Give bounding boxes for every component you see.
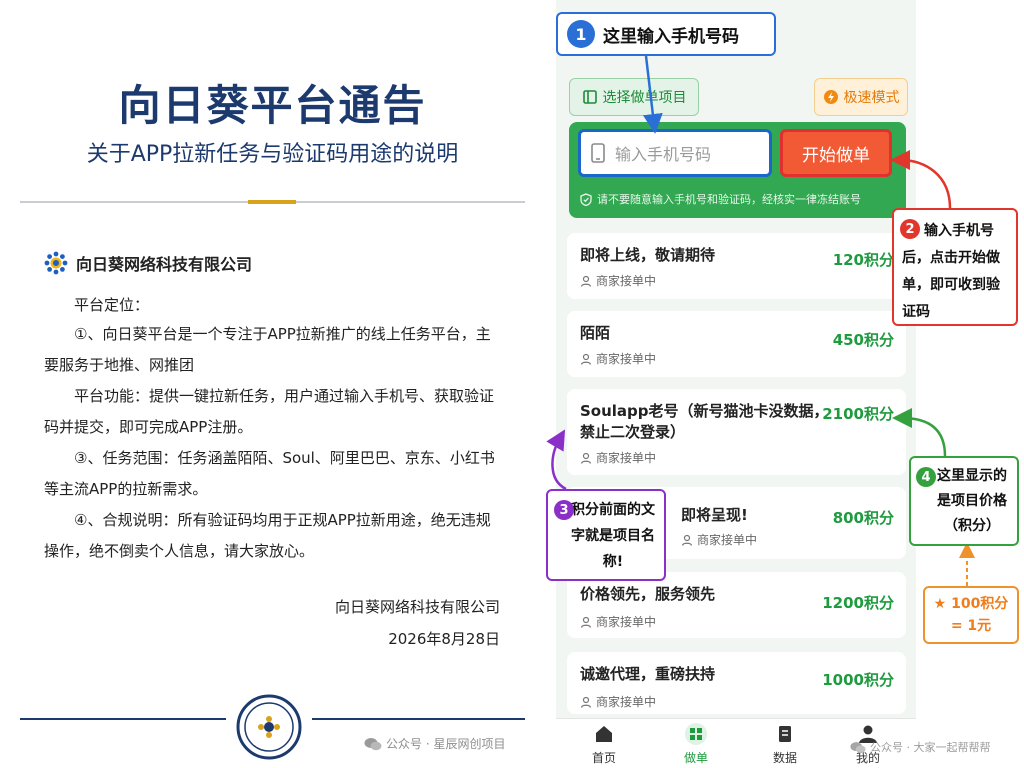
nav-orders-label: 做单 [683,751,708,765]
task-status: 商家接单中 [681,531,757,548]
task-title: 即将上线，敬请期待 [580,246,716,264]
person-icon [580,353,592,365]
select-project-button[interactable]: 选择做单项目 [569,78,699,116]
paragraph-compliance: ④、合规说明：所有验证码均用于正规APP拉新用途，绝无违规操作，绝不倒卖个人信息… [44,511,491,560]
task-title: 陌陌 [580,324,611,342]
paragraph-scope: ③、任务范围：任务涵盖陌陌、Soul、阿里巴巴、京东、小红书等主流APP的拉新需… [44,449,495,498]
warning-text: 请不要随意输入手机号和验证码，经核实一律冻结账号 [597,193,861,206]
footer-line-right [312,718,525,720]
phone-number-input[interactable]: 输入手机号码 [578,129,772,177]
wechat-icon [364,737,382,750]
task-status: 商家接单中 [580,693,656,710]
price-rate-line1: ★ 100积分 [933,596,1009,612]
company-name: 向日葵网络科技有限公司 [76,255,253,274]
callout-1: 1 这里输入手机号码 [556,12,776,56]
task-card[interactable]: 诚邀代理，重磅扶持 商家接单中 1000积分 [567,652,906,714]
nav-data[interactable]: 数据 [755,723,815,766]
shield-check-icon [580,192,592,206]
grid-icon [685,723,707,745]
person-icon [580,696,592,708]
phone-screen: 选择做单项目 极速模式 输入手机号码 开始做单 请不要随意输入手机号和验证码，经… [556,0,916,768]
callout-4-number: 4 [916,467,936,487]
task-status-text: 商家接单中 [596,274,657,288]
task-price: 1000积分 [822,671,894,689]
lightning-icon [823,90,838,104]
task-status-text: 商家接单中 [596,615,657,629]
task-card[interactable]: Soulapp老号（新号猫池卡没数据，禁止二次登录） 商家接单中 2100积分 [567,389,906,475]
task-price: 120积分 [832,251,894,269]
person-icon [580,616,592,628]
sunflower-logo-icon [44,251,68,275]
select-project-label: 选择做单项目 [602,90,687,106]
nav-orders[interactable]: 做单 [666,723,726,766]
signature-company: 向日葵网络科技有限公司 [334,598,500,616]
person-icon [580,275,592,287]
footer-line-left [20,718,226,720]
person-icon [681,534,693,546]
title-divider-accent [248,200,296,204]
task-status-text: 商家接单中 [596,695,657,709]
task-title: 价格领先，服务领先 [580,585,716,603]
task-title: 即将呈现! [681,506,748,524]
task-price: 800积分 [832,509,894,527]
watermark-left-text: 公众号 · 星辰网创项目 [386,737,506,751]
task-status-text: 商家接单中 [596,451,657,465]
mobile-phone-icon [591,143,605,163]
callout-4: 4 这里显示的是项目价格（积分） [909,456,1019,546]
task-status-text: 商家接单中 [697,533,758,547]
home-icon [596,726,612,742]
speed-mode-label: 极速模式 [843,90,900,106]
position-heading: 平台定位： [74,296,150,314]
wechat-icon [850,741,866,753]
task-title: Soulapp老号（新号猫池卡没数据，禁止二次登录） [580,402,829,441]
task-status-text: 商家接单中 [596,352,657,366]
phone-input-placeholder: 输入手机号码 [615,145,712,164]
callout-1-number: 1 [567,20,595,48]
task-price: 1200积分 [822,594,894,612]
price-rate-line2: = 1元 [950,618,992,634]
callout-2: 2 输入手机号后，点击开始做单，即可收到验证码 [892,208,1018,326]
company-header: 向日葵网络科技有限公司 [44,251,252,275]
callout-3-number: 3 [554,500,574,520]
warning-notice: 请不要随意输入手机号和验证码，经核实一律冻结账号 [580,191,861,207]
document-icon [779,726,791,742]
task-title: 诚邀代理，重磅扶持 [580,665,716,683]
callout-price-rate: ★ 100积分 = 1元 [923,586,1019,644]
task-price: 450积分 [832,331,894,349]
callout-1-text: 这里输入手机号码 [603,26,739,47]
task-status: 商家接单中 [580,350,656,367]
watermark-right-text: 公众号 · 大家一起帮帮帮 [870,741,991,754]
task-status: 商家接单中 [580,272,656,289]
notice-document: 向日葵平台通告 关于APP拉新任务与验证码用途的说明 向日葵网络科技有限公司 平… [0,0,545,768]
paragraph-positioning: ①、向日葵平台是一个专注于APP拉新推广的线上任务平台，主要服务于地推、网推团 [44,325,491,374]
callout-2-number: 2 [900,219,920,239]
task-card[interactable]: 即将上线，敬请期待 商家接单中 120积分 [567,233,906,299]
task-status: 商家接单中 [580,613,656,630]
notice-subtitle: 关于APP拉新任务与验证码用途的说明 [86,142,459,167]
nav-data-label: 数据 [772,751,797,765]
person-icon [580,452,592,464]
watermark-right: 公众号 · 大家一起帮帮帮 [850,739,991,755]
company-seal [236,694,302,760]
signature-date: 2026年8月28日 [388,630,500,648]
notice-title: 向日葵平台通告 [118,81,427,130]
task-status: 商家接单中 [580,449,656,466]
task-card[interactable]: 陌陌 商家接单中 450积分 [567,311,906,377]
watermark-left: 公众号 · 星辰网创项目 [364,735,505,752]
nav-home-label: 首页 [591,751,616,765]
speed-mode-button[interactable]: 极速模式 [814,78,908,116]
task-card[interactable]: 价格领先，服务领先 商家接单中 1200积分 [567,572,906,638]
callout-3: 3 积分前面的文字就是项目名称! [546,489,666,581]
start-order-button[interactable]: 开始做单 [780,129,892,177]
nav-home[interactable]: 首页 [574,723,634,766]
task-price: 2100积分 [822,405,894,423]
paragraph-function: 平台功能：提供一键拉新任务，用户通过输入手机号、获取验证码并提交，即可完成APP… [44,387,495,436]
book-icon [582,90,597,104]
